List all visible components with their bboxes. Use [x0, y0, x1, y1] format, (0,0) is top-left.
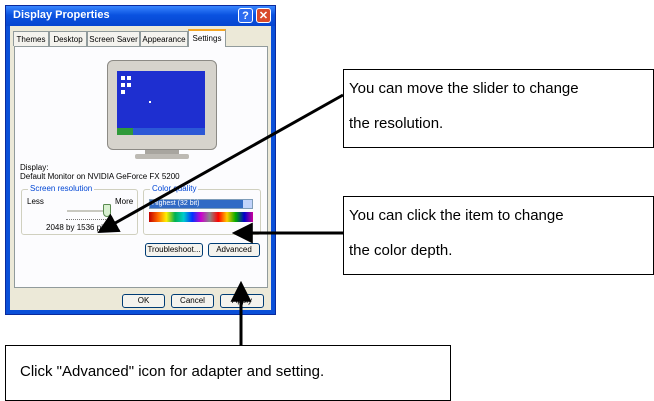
callout-arrows	[97, 93, 344, 345]
tab-settings[interactable]: Settings	[188, 29, 226, 47]
slider-arrow	[97, 93, 344, 234]
